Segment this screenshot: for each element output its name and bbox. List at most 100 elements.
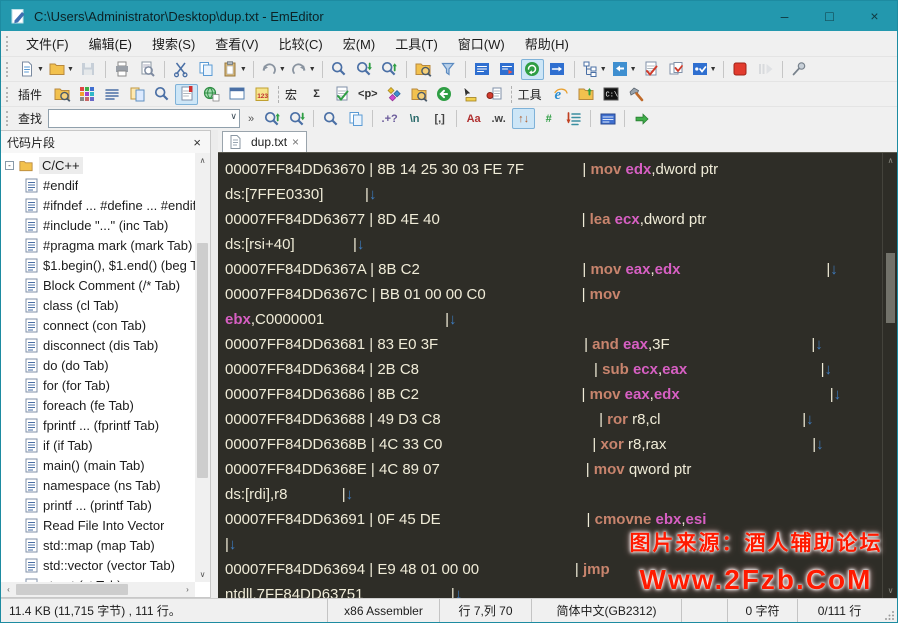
menu-item-S[interactable]: 搜索(S) xyxy=(142,31,205,56)
snippet-item[interactable]: #endif xyxy=(1,175,195,195)
snippet-item[interactable]: if (if Tab) xyxy=(1,435,195,455)
menu-item-H[interactable]: 帮助(H) xyxy=(515,31,579,56)
plugin-search[interactable] xyxy=(150,84,173,105)
character-code-value-dropdown-icon[interactable]: ▼ xyxy=(630,66,637,73)
plugin-html-bar[interactable] xyxy=(75,84,98,105)
tool-export[interactable] xyxy=(575,84,598,105)
scroll-down-icon[interactable]: ∨ xyxy=(195,567,210,582)
undo-dropdown-icon[interactable]: ▼ xyxy=(279,66,286,73)
snippet-item[interactable]: #ifndef ... #define ... #endif xyxy=(1,195,195,215)
use-number-ranges[interactable]: [,] xyxy=(428,108,451,129)
open-file[interactable]: ▼ xyxy=(47,59,75,80)
filter[interactable] xyxy=(437,59,460,80)
scroll-up-icon[interactable]: ∧ xyxy=(195,153,210,168)
find-next[interactable] xyxy=(285,108,308,129)
editor-vscroll-thumb[interactable] xyxy=(886,253,895,323)
close-button[interactable]: × xyxy=(852,1,897,31)
snippets-vscrollbar[interactable]: ∧ ∨ xyxy=(195,153,210,582)
find[interactable] xyxy=(328,59,351,80)
menu-item-F[interactable]: 文件(F) xyxy=(16,31,79,56)
tool-command-prompt[interactable]: C:\ xyxy=(600,84,623,105)
snippet-item[interactable]: class (cl Tab) xyxy=(1,295,195,315)
editor-vscrollbar[interactable]: ∧ ∨ xyxy=(882,153,897,598)
menu-item-M[interactable]: 宏(M) xyxy=(333,31,386,56)
menu-item-C[interactable]: 比较(C) xyxy=(269,31,333,56)
record-stop[interactable] xyxy=(729,59,752,80)
snippets-panel-close-icon[interactable]: × xyxy=(190,135,204,150)
snippet-item[interactable]: do (do Tab) xyxy=(1,355,195,375)
find-previous[interactable] xyxy=(260,108,283,129)
tool-browser[interactable]: e xyxy=(550,84,573,105)
plugin-window-list[interactable] xyxy=(225,84,248,105)
copy[interactable] xyxy=(195,59,218,80)
character-code-value[interactable]: ▼ xyxy=(610,59,638,80)
start-recording[interactable] xyxy=(640,59,663,80)
wrap-by-page[interactable] xyxy=(546,59,569,80)
snippet-item[interactable]: disconnect (dis Tab) xyxy=(1,335,195,355)
wrap-none[interactable] xyxy=(471,59,494,80)
find-toolbar-grip[interactable] xyxy=(6,111,11,126)
copy-highlighted[interactable] xyxy=(344,108,367,129)
paste-dropdown-icon[interactable]: ▼ xyxy=(240,66,247,73)
find-dialog[interactable] xyxy=(319,108,342,129)
select-macro[interactable]: ▼ xyxy=(690,59,718,80)
scroll-left-icon[interactable]: ‹ xyxy=(1,582,16,597)
paste[interactable]: ▼ xyxy=(220,59,248,80)
snippet-item[interactable]: Read File Into Vector xyxy=(1,515,195,535)
minimize-button[interactable]: – xyxy=(762,1,807,31)
menu-item-V[interactable]: 查看(V) xyxy=(205,31,268,56)
cut[interactable] xyxy=(170,59,193,80)
tree-collapse-icon[interactable]: - xyxy=(5,160,14,170)
snippets-tree[interactable]: - C/C++ #endif #ifndef ... #define ... #end… xyxy=(1,153,210,597)
scroll-right-icon[interactable]: › xyxy=(180,582,195,597)
plugin-compare[interactable] xyxy=(125,84,148,105)
macro-back[interactable] xyxy=(433,84,456,105)
tab-close-icon[interactable]: × xyxy=(292,135,299,149)
plugin-web-preview[interactable] xyxy=(200,84,223,105)
snippet-item[interactable]: connect (con Tab) xyxy=(1,315,195,335)
plugin-explorer[interactable] xyxy=(50,84,73,105)
editor-scroll-up-icon[interactable]: ∧ xyxy=(883,153,897,168)
macro-html-tag[interactable]: <p> xyxy=(355,84,381,105)
macro-validate[interactable] xyxy=(330,84,353,105)
editor-area[interactable]: 00007FF84DD63670 | 8B 14 25 30 03 FE 7F … xyxy=(218,153,882,598)
new-file-dropdown-icon[interactable]: ▼ xyxy=(37,66,44,73)
display-options[interactable] xyxy=(596,108,619,129)
find-input[interactable] xyxy=(48,109,241,128)
snippets-hscrollbar[interactable]: ‹ › xyxy=(1,582,195,597)
find-combo-dropdown-icon[interactable]: ∨ xyxy=(230,111,237,122)
snippets-vscroll-thumb[interactable] xyxy=(197,243,208,478)
snippet-item[interactable]: $1.begin(), $1.end() (beg Tab) xyxy=(1,255,195,275)
find-previous-toolbar[interactable] xyxy=(378,59,401,80)
status-encoding[interactable]: 简体中文(GB2312) xyxy=(531,599,681,622)
snippets-hscroll-thumb[interactable] xyxy=(16,584,128,595)
maximize-button[interactable]: □ xyxy=(807,1,852,31)
snippet-item[interactable]: std::map (map Tab) xyxy=(1,535,195,555)
new-file[interactable]: ▼ xyxy=(17,59,45,80)
undo[interactable]: ▼ xyxy=(259,59,287,80)
jump-to-editor[interactable] xyxy=(630,108,653,129)
highlight-grid[interactable]: # xyxy=(537,108,560,129)
outline[interactable]: ▼ xyxy=(580,59,608,80)
main-toolbar-grip[interactable] xyxy=(6,61,11,77)
pin[interactable] xyxy=(788,59,811,80)
open-file-dropdown-icon[interactable]: ▼ xyxy=(67,66,74,73)
snippet-item[interactable]: std::vector (vector Tab) xyxy=(1,555,195,575)
incremental-search[interactable]: ↑↓ xyxy=(512,108,536,129)
plugins-toolbar-grip[interactable] xyxy=(6,86,11,102)
snippet-item[interactable]: #include "..." (inc Tab) xyxy=(1,215,195,235)
findbar-overflow-icon[interactable]: » xyxy=(248,113,254,125)
print-preview[interactable] xyxy=(136,59,159,80)
menu-item-T[interactable]: 工具(T) xyxy=(385,31,448,56)
plugin-word-count[interactable]: 123 xyxy=(250,84,273,105)
tool-customize[interactable] xyxy=(625,84,648,105)
match-case[interactable]: Aa xyxy=(462,108,485,129)
select-macro-dropdown-icon[interactable]: ▼ xyxy=(710,66,717,73)
status-cursor-position[interactable]: 行 7,列 70 xyxy=(439,599,531,622)
snippet-item[interactable]: foreach (fe Tab) xyxy=(1,395,195,415)
status-syntax[interactable]: x86 Assembler xyxy=(327,599,439,622)
resize-grip[interactable] xyxy=(881,599,897,622)
snippet-item[interactable]: fprintf ... (fprintf Tab) xyxy=(1,415,195,435)
redo[interactable]: ▼ xyxy=(289,59,317,80)
plugin-outline[interactable] xyxy=(100,84,123,105)
